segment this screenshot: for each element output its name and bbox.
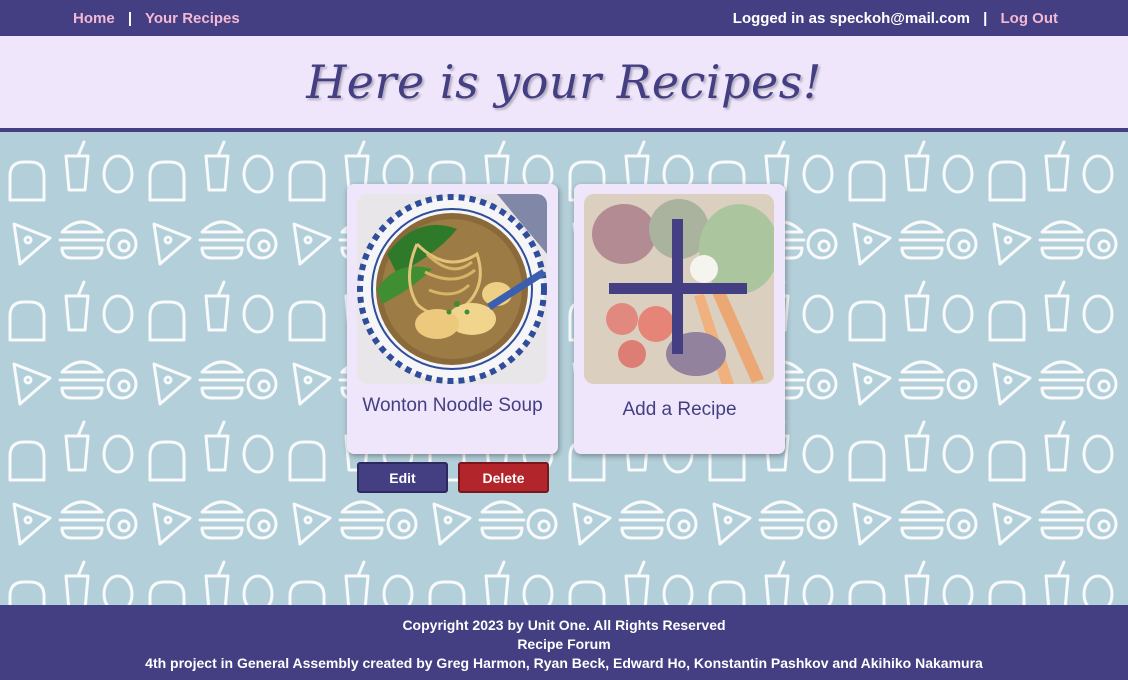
nav-home-link[interactable]: Home (73, 10, 115, 27)
wonton-soup-image (357, 194, 547, 384)
footer: Copyright 2023 by Unit One. All Rights R… (0, 605, 1128, 680)
recipe-image (357, 194, 547, 384)
add-recipe-card[interactable]: Add a Recipe (574, 184, 785, 454)
footer-site-name: Recipe Forum (517, 636, 611, 652)
page-title: Here is your Recipes! (306, 55, 822, 109)
logout-link[interactable]: Log Out (1001, 10, 1058, 27)
nav-separator: | (127, 9, 133, 27)
food-pattern-background (0, 136, 1128, 605)
top-nav-bar: Home | Your Recipes Logged in as speckoh… (0, 0, 1128, 36)
recipe-title: Wonton Noodle Soup (362, 395, 543, 416)
nav-left: Home | Your Recipes (73, 10, 240, 27)
footer-copyright: Copyright 2023 by Unit One. All Rights R… (402, 617, 726, 633)
food-doodle-pattern (0, 136, 1128, 605)
recipe-card[interactable]: Wonton Noodle Soup (347, 184, 558, 454)
edit-button[interactable]: Edit (357, 462, 448, 493)
add-recipe-image (584, 194, 774, 384)
nav-right: Logged in as speckoh@mail.com | Log Out (733, 10, 1058, 27)
delete-button[interactable]: Delete (458, 462, 549, 493)
nav-separator-right: | (983, 9, 988, 27)
nav-your-recipes-link[interactable]: Your Recipes (145, 10, 240, 27)
vegetables-image (584, 194, 774, 384)
add-recipe-title: Add a Recipe (622, 399, 737, 420)
page-banner: Here is your Recipes! (0, 36, 1128, 132)
logged-in-status: Logged in as speckoh@mail.com (732, 9, 970, 27)
footer-credits: 4th project in General Assembly created … (145, 655, 983, 671)
